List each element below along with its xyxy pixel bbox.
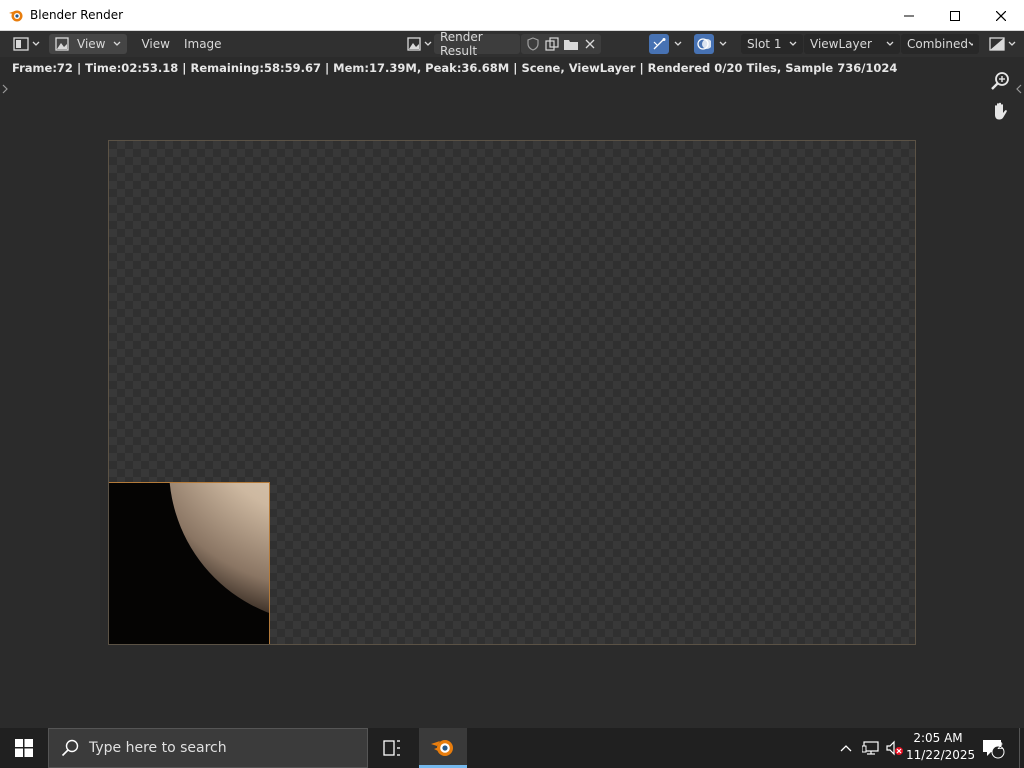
maximize-button[interactable] — [932, 0, 978, 31]
color-alpha-icon — [989, 37, 1005, 51]
start-button[interactable] — [0, 728, 48, 768]
browse-image-button[interactable] — [404, 34, 435, 54]
zoom-button[interactable] — [988, 69, 1012, 93]
render-pass-dropdown[interactable]: Combined — [901, 34, 979, 54]
taskbar-blender-app[interactable] — [419, 728, 467, 768]
maximize-icon — [950, 10, 960, 21]
image-name-label: Render Result — [440, 30, 483, 58]
editor-type-button[interactable] — [10, 34, 43, 54]
slot-label: Slot 1 — [747, 37, 782, 51]
close-icon — [996, 10, 1006, 21]
taskbar-clock[interactable]: 2:05 AM 11/22/2025 — [906, 730, 976, 764]
image-name-field[interactable]: Render Result — [434, 30, 520, 58]
windows-logo-icon — [15, 739, 33, 757]
gizmo-icon — [653, 38, 666, 50]
show-desktop-button[interactable] — [1019, 728, 1024, 768]
clock-date: 11/22/2025 — [906, 748, 976, 762]
overlay-circles-icon — [697, 38, 711, 50]
slot-dropdown[interactable]: Slot 1 — [741, 34, 803, 54]
view-layer-label: ViewLayer — [810, 37, 872, 51]
image-editor-icon — [13, 37, 29, 51]
task-view-icon — [383, 740, 400, 756]
pan-button[interactable] — [988, 99, 1012, 123]
display-channels-button[interactable] — [986, 34, 1019, 54]
chevron-down-icon — [886, 41, 894, 46]
view-mode-dropdown[interactable]: View — [49, 34, 128, 54]
chevron-down-icon — [32, 41, 40, 46]
unlink-close-icon[interactable] — [584, 38, 596, 50]
chevron-down-icon[interactable] — [674, 41, 682, 47]
zoom-icon — [991, 72, 1009, 90]
clock-time: 2:05 AM — [913, 731, 963, 745]
chevron-down-icon[interactable] — [719, 41, 727, 47]
minimize-button[interactable] — [886, 0, 932, 31]
hand-icon — [995, 102, 1007, 120]
folder-icon[interactable] — [563, 37, 579, 51]
network-status-button[interactable] — [860, 728, 882, 768]
search-placeholder: Type here to search — [89, 740, 227, 756]
volume-button[interactable] — [884, 728, 906, 768]
sample-tool-button[interactable] — [649, 34, 669, 54]
fake-user-shield-icon[interactable] — [526, 37, 540, 51]
minimize-icon — [904, 15, 914, 16]
chevron-up-icon — [840, 745, 852, 752]
show-hidden-icons-button[interactable] — [836, 728, 856, 768]
view-layer-dropdown[interactable]: ViewLayer — [804, 34, 900, 54]
chevron-down-icon — [1008, 41, 1016, 46]
blender-logo-icon — [431, 739, 453, 756]
image-view-icon — [55, 37, 69, 51]
overlay-button[interactable] — [694, 34, 714, 54]
render-pass-label: Combined — [907, 37, 968, 51]
image-browse-icon — [407, 37, 421, 51]
chevron-down-icon — [114, 41, 121, 46]
window-titlebar: Blender Render — [0, 0, 1024, 31]
view-menu[interactable]: View — [135, 37, 175, 51]
image-menu[interactable]: Image — [178, 37, 228, 51]
chevron-down-icon — [968, 41, 973, 46]
windows-taskbar: Type here to search 2:05 AM 11/22/2025 2 — [0, 728, 1024, 768]
window-title: Blender Render — [30, 8, 124, 22]
rendered-tile — [109, 482, 270, 644]
rendered-planet-image — [169, 483, 269, 613]
duplicate-icon[interactable] — [545, 37, 559, 51]
speaker-muted-icon — [886, 740, 903, 756]
view-mode-label: View — [77, 37, 106, 51]
chevron-down-icon — [789, 41, 797, 46]
taskbar-search-box[interactable]: Type here to search — [48, 728, 368, 768]
close-window-button[interactable] — [978, 0, 1024, 31]
blender-logo-icon — [9, 10, 23, 22]
image-actions-group — [521, 34, 601, 54]
notification-count: 2 — [997, 741, 1004, 752]
search-icon — [61, 739, 79, 757]
task-view-button[interactable] — [370, 728, 414, 768]
render-stats: Frame:72 | Time:02:53.18 | Remaining:58:… — [12, 61, 898, 75]
network-icon — [862, 741, 879, 755]
notifications-button[interactable]: 2 — [978, 728, 1008, 768]
toolbar-expand-chevron-icon[interactable] — [2, 84, 8, 94]
image-editor-header: View View Image Render Result Slot 1 Vie… — [0, 30, 1024, 58]
chevron-down-icon — [424, 41, 432, 46]
sidebar-expand-chevron-icon[interactable] — [1016, 84, 1022, 94]
